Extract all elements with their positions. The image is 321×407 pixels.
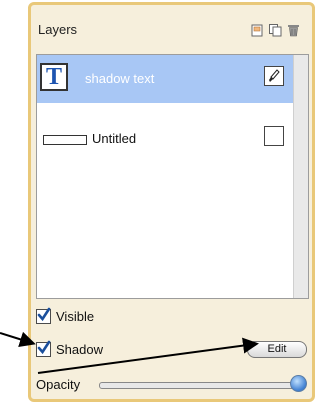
opacity-slider-track[interactable] (99, 382, 301, 389)
opacity-slider-knob[interactable] (290, 375, 307, 392)
shadow-checkbox[interactable]: Shadow (36, 340, 103, 357)
panel-title: Layers (38, 22, 78, 37)
opacity-label: Opacity (36, 377, 81, 392)
visible-label: Visible (56, 309, 95, 324)
duplicate-layer-icon[interactable] (269, 24, 282, 37)
layer-row-shadow-text[interactable]: T shadow text (37, 55, 293, 103)
new-layer-icon[interactable] (251, 24, 264, 37)
layer-list-scrollbar[interactable] (293, 55, 308, 298)
layer-name: shadow text (85, 71, 155, 86)
edit-shadow-button[interactable]: Edit (247, 341, 307, 358)
layer-name: Untitled (92, 131, 137, 146)
layers-panel: Layers T shadow text Untitled Visible Sh… (28, 2, 315, 402)
layer-edit-box[interactable] (264, 126, 284, 146)
layer-list[interactable]: T shadow text Untitled (36, 54, 309, 299)
layer-row-untitled[interactable]: Untitled (37, 115, 293, 163)
checkbox-box[interactable] (36, 340, 51, 357)
shape-layer-icon (43, 135, 87, 145)
trash-icon[interactable] (287, 24, 300, 37)
shadow-label: Shadow (56, 342, 103, 357)
checkbox-box[interactable] (36, 307, 51, 324)
layer-toolbar (251, 24, 300, 37)
visible-checkbox[interactable]: Visible (36, 307, 95, 324)
brush-icon[interactable] (264, 66, 284, 86)
text-layer-icon: T (40, 63, 68, 91)
